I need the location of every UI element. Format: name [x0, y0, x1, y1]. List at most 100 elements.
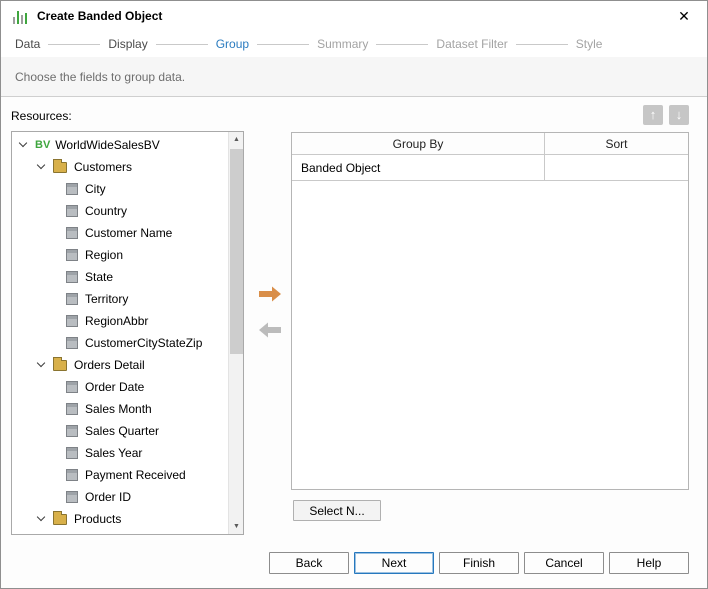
back-button[interactable]: Back [269, 552, 349, 574]
tree-item[interactable]: Country [12, 200, 228, 222]
dialog-title: Create Banded Object [37, 9, 163, 23]
tree-item[interactable]: City [12, 178, 228, 200]
tree-item[interactable]: Sales Month [12, 398, 228, 420]
remove-field-arrow-left-icon[interactable] [257, 321, 283, 339]
tree-item[interactable]: Order Date [12, 376, 228, 398]
tree-item-label: RegionAbbr [85, 314, 149, 328]
scroll-down-icon[interactable]: ▼ [229, 519, 243, 534]
tree-item[interactable]: Territory [12, 288, 228, 310]
tree-item-label: State [85, 270, 114, 284]
tree-item-label: Sales Quarter [85, 424, 160, 438]
tree-item[interactable]: RegionAbbr [12, 310, 228, 332]
chevron-down-icon[interactable] [18, 138, 28, 148]
resources-label: Resources: [11, 109, 72, 123]
step-group[interactable]: Group [216, 37, 249, 51]
chevron-down-icon[interactable] [36, 358, 46, 368]
step-display[interactable]: Display [108, 37, 147, 51]
tree-item-label: Country [85, 204, 128, 218]
field-icon [66, 227, 78, 239]
column-header-group-by: Group By [392, 136, 444, 151]
field-icon [66, 315, 78, 327]
step-separator [515, 43, 568, 45]
arrow-right-icon [259, 286, 281, 302]
step-separator [48, 43, 101, 45]
chevron-down-icon[interactable] [36, 512, 46, 522]
reorder-buttons: ↑ ↓ [643, 105, 689, 125]
chevron-down-icon[interactable] [36, 160, 46, 170]
title-bar: Create Banded Object ✕ [1, 1, 707, 31]
tree-root-worldwidesalesbv[interactable]: BV WorldWideSalesBV [12, 134, 228, 156]
sort-cell[interactable] [544, 155, 688, 180]
move-down-icon[interactable]: ↓ [669, 105, 689, 125]
group-by-table: Group By Sort Banded Object [291, 132, 689, 490]
tree-item[interactable]: State [12, 266, 228, 288]
tree-item-label: Sales Month [85, 402, 152, 416]
table-header-row: Group By Sort [292, 133, 688, 155]
step-summary[interactable]: Summary [317, 37, 368, 51]
tree-item-label: Sales Year [85, 446, 143, 460]
scroll-up-icon[interactable]: ▲ [229, 132, 243, 147]
tree-item[interactable]: Sales Quarter [12, 420, 228, 442]
tree-folder-label: Customers [74, 160, 133, 174]
transfer-controls [252, 285, 288, 339]
field-icon [66, 337, 78, 349]
tree-item[interactable]: Sales Year [12, 442, 228, 464]
tree-item-label: City [85, 182, 106, 196]
tree-root-label: WorldWideSalesBV [55, 138, 160, 152]
tree-scrollbar[interactable]: ▲ ▼ [228, 132, 243, 534]
step-separator [257, 43, 310, 45]
scrollbar-thumb[interactable] [230, 149, 243, 354]
tree-folder-label: Products [74, 512, 122, 526]
tree-item-label: Customer Name [85, 226, 173, 240]
folder-icon [53, 510, 67, 525]
tree-folder-customers[interactable]: Customers [12, 156, 228, 178]
column-header-sort: Sort [544, 133, 688, 154]
field-icon [66, 249, 78, 261]
tree-item-label: Order Date [85, 380, 145, 394]
tree-folder-orders-detail[interactable]: Orders Detail [12, 354, 228, 376]
field-icon [66, 491, 78, 503]
tree-item-label: Payment Received [85, 468, 186, 482]
app-chart-icon [13, 9, 29, 24]
move-up-icon[interactable]: ↑ [643, 105, 663, 125]
folder-icon [53, 356, 67, 371]
tree-item[interactable]: Payment Received [12, 464, 228, 486]
add-field-arrow-right-icon[interactable] [257, 285, 283, 303]
wizard-steps: Data Display Group Summary Dataset Filte… [1, 31, 707, 57]
next-button[interactable]: Next [354, 552, 434, 574]
tree-item[interactable]: CustomerCityStateZip [12, 332, 228, 354]
field-icon [66, 271, 78, 283]
folder-icon [53, 158, 67, 173]
tree-item[interactable]: Region [12, 244, 228, 266]
field-icon [66, 381, 78, 393]
step-description: Choose the fields to group data. [1, 57, 707, 97]
cancel-button[interactable]: Cancel [524, 552, 604, 574]
step-description-text: Choose the fields to group data. [15, 69, 186, 84]
field-icon [66, 205, 78, 217]
field-icon [66, 403, 78, 415]
bv-icon: BV [35, 139, 51, 151]
help-button[interactable]: Help [609, 552, 689, 574]
resources-tree-panel: BV WorldWideSalesBV Customers City Count… [11, 131, 244, 535]
tree-item-label: Order ID [85, 490, 132, 504]
step-data[interactable]: Data [15, 37, 40, 51]
close-icon[interactable]: ✕ [673, 5, 695, 27]
tree-folder-products[interactable]: Products [12, 508, 228, 530]
step-dataset-filter[interactable]: Dataset Filter [436, 37, 507, 51]
group-by-cell[interactable]: Banded Object [292, 155, 544, 180]
dialog-buttons: Back Next Finish Cancel Help [269, 552, 689, 574]
step-separator [155, 43, 208, 45]
resources-tree: BV WorldWideSalesBV Customers City Count… [12, 132, 228, 534]
field-icon [66, 447, 78, 459]
tree-item-label: CustomerCityStateZip [85, 336, 203, 350]
table-row[interactable]: Banded Object [292, 155, 688, 181]
tree-item-label: Region [85, 248, 124, 262]
tree-item[interactable]: Order ID [12, 486, 228, 508]
finish-button[interactable]: Finish [439, 552, 519, 574]
field-icon [66, 425, 78, 437]
create-banded-object-dialog: Create Banded Object ✕ Data Display Grou… [0, 0, 708, 589]
step-style[interactable]: Style [576, 37, 603, 51]
select-n-button[interactable]: Select N... [293, 500, 381, 521]
tree-item[interactable]: Customer Name [12, 222, 228, 244]
field-icon [66, 469, 78, 481]
